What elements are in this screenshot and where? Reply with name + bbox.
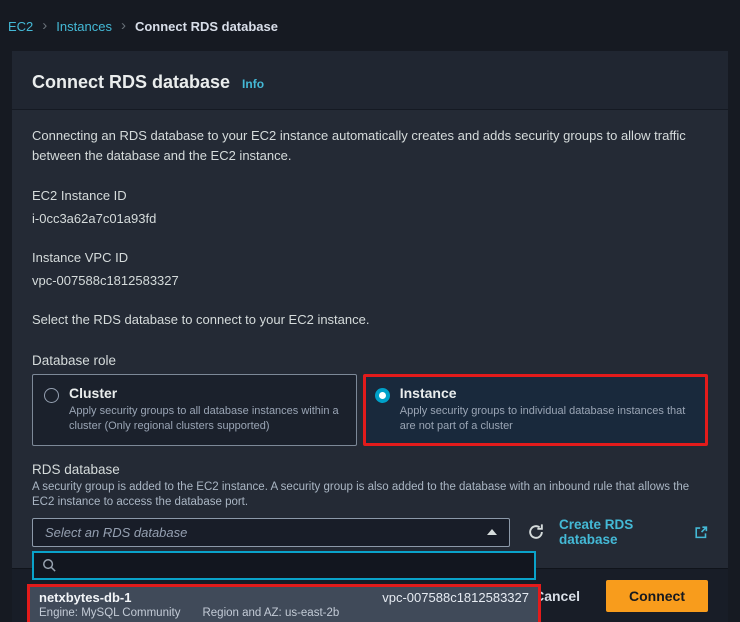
database-role-label: Database role: [32, 353, 708, 368]
chevron-up-icon: [487, 529, 497, 535]
connect-rds-modal: Connect RDS database Info Connecting an …: [12, 51, 728, 622]
modal-body: Connecting an RDS database to your EC2 i…: [12, 110, 728, 622]
role-card-title: Instance: [400, 385, 695, 401]
instance-vpc-id-value: vpc-007588c1812583327: [32, 273, 708, 288]
refresh-icon: [527, 523, 545, 541]
intro-text: Connecting an RDS database to your EC2 i…: [32, 126, 708, 166]
refresh-button[interactable]: [527, 522, 546, 542]
rds-select-row: Select an RDS database Create RDS databa…: [32, 517, 708, 547]
rds-search-box[interactable]: [32, 551, 536, 580]
modal-header: Connect RDS database Info: [12, 51, 728, 110]
chevron-right-icon: ›: [42, 18, 47, 33]
breadcrumb-instances[interactable]: Instances: [56, 19, 112, 34]
rds-option-netxbytes-db-1[interactable]: netxbytes-db-1 vpc-007588c1812583327 Eng…: [27, 584, 541, 622]
role-card-instance[interactable]: Instance Apply security groups to indivi…: [363, 374, 708, 446]
ec2-instance-id-value: i-0cc3a62a7c01a93fd: [32, 211, 708, 226]
breadcrumb-current-page: Connect RDS database: [135, 19, 278, 34]
rds-database-label: RDS database: [32, 462, 708, 477]
rds-database-select[interactable]: Select an RDS database: [32, 518, 510, 547]
create-rds-database-label: Create RDS database: [559, 517, 688, 547]
role-card-title: Cluster: [69, 385, 344, 401]
breadcrumb-ec2[interactable]: EC2: [8, 19, 33, 34]
role-card-description: Apply security groups to individual data…: [400, 404, 695, 434]
select-placeholder: Select an RDS database: [45, 525, 187, 540]
chevron-right-icon: ›: [121, 18, 126, 33]
role-card-cluster[interactable]: Cluster Apply security groups to all dat…: [32, 374, 357, 446]
database-role-cards: Cluster Apply security groups to all dat…: [32, 374, 708, 446]
db-option-region-az: Region and AZ: us-east-2b: [202, 607, 339, 619]
ec2-instance-id-label: EC2 Instance ID: [32, 188, 708, 203]
select-prompt-text: Select the RDS database to connect to yo…: [32, 312, 708, 327]
db-option-engine: Engine: MySQL Community: [39, 607, 180, 619]
info-link[interactable]: Info: [242, 77, 264, 91]
search-icon: [42, 558, 57, 573]
role-card-description: Apply security groups to all database in…: [69, 404, 344, 434]
breadcrumb: EC2 › Instances › Connect RDS database: [0, 0, 740, 34]
rds-database-description: A security group is added to the EC2 ins…: [32, 480, 708, 510]
db-option-name: netxbytes-db-1: [39, 590, 131, 605]
create-rds-database-link[interactable]: Create RDS database: [559, 517, 708, 547]
radio-cluster[interactable]: [44, 388, 59, 403]
instance-vpc-id-label: Instance VPC ID: [32, 250, 708, 265]
modal-title: Connect RDS database: [32, 72, 230, 93]
db-option-vpc: vpc-007588c1812583327: [382, 590, 529, 605]
external-link-icon: [694, 525, 708, 540]
search-input[interactable]: [63, 558, 526, 573]
radio-instance-selected[interactable]: [375, 388, 390, 403]
